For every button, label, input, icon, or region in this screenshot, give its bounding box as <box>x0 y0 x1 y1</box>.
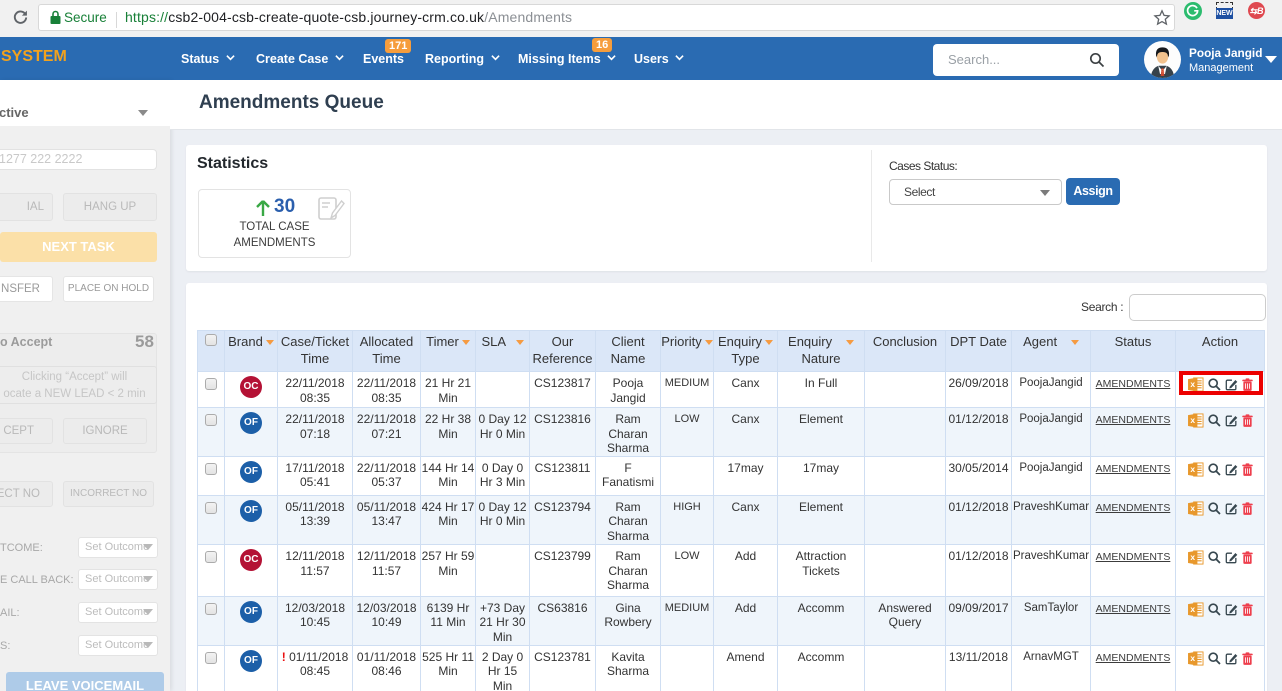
svg-text:⇆B: ⇆B <box>1249 6 1264 16</box>
